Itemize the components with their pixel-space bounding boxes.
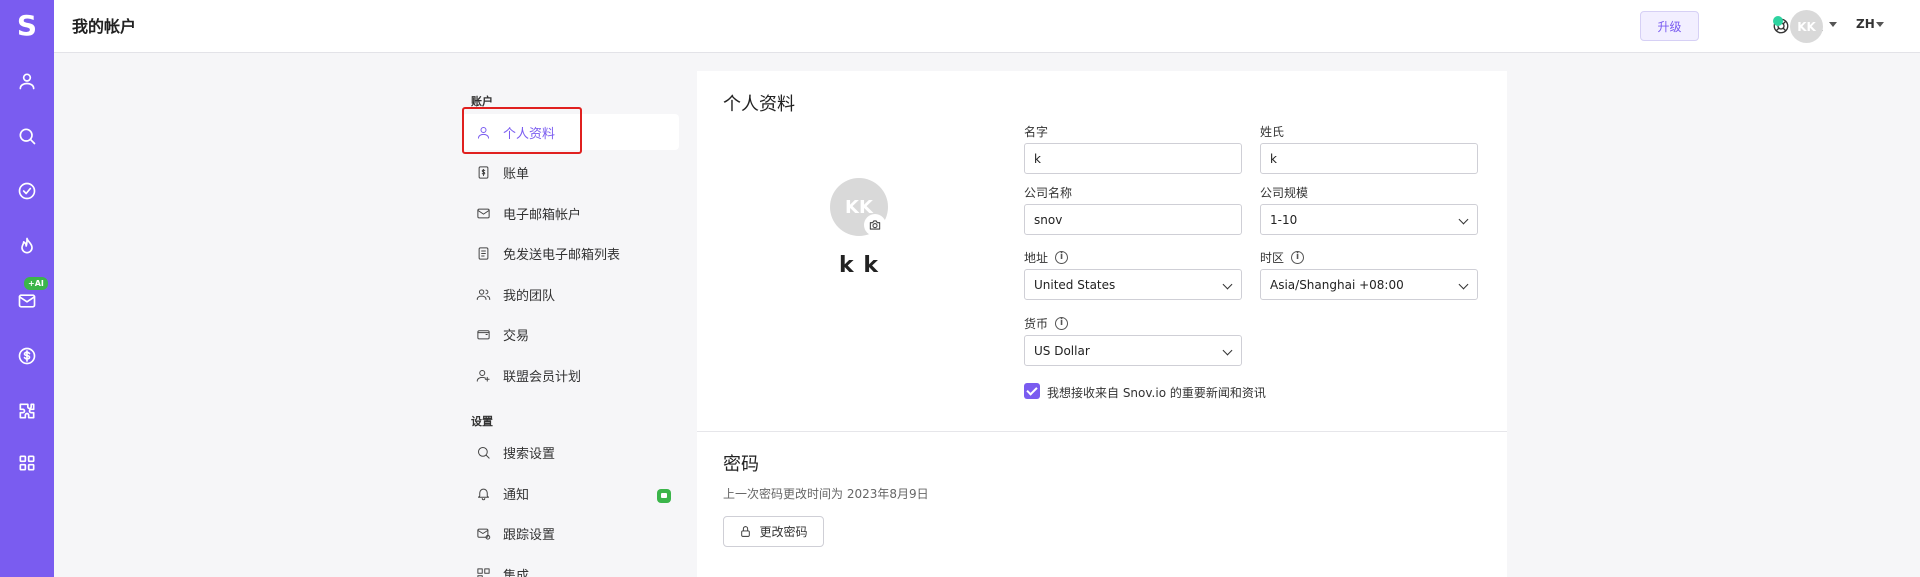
sidebar-item-email-accounts[interactable]: 电子邮箱帐户 — [462, 195, 679, 231]
chevron-down-icon — [1222, 345, 1233, 356]
chevron-down-icon — [1458, 279, 1469, 290]
sidebar-item-my-team[interactable]: 我的团队 — [462, 276, 679, 312]
currency-value: US Dollar — [1034, 343, 1090, 358]
timezone-label: 时区 i — [1260, 249, 1305, 266]
company-label: 公司名称 — [1024, 186, 1073, 200]
integration-icon — [475, 566, 491, 577]
apps-grid-icon[interactable] — [15, 451, 39, 475]
upgrade-button[interactable]: 升级 — [1640, 11, 1699, 41]
company-size-select[interactable]: 1-10 — [1260, 204, 1478, 235]
mail-icon — [475, 205, 491, 221]
sidebar-item-label: 免发送电子邮箱列表 — [503, 247, 621, 263]
user-plus-icon — [475, 367, 491, 383]
timezone-select[interactable]: Asia/Shanghai +08:00 — [1260, 269, 1478, 300]
timezone-label-text: 时区 — [1260, 251, 1285, 265]
sidebar-item-label: 交易 — [503, 328, 530, 344]
highlight-annotation — [462, 107, 582, 154]
sidebar-item-transactions[interactable]: 交易 — [462, 316, 679, 352]
sidebar-item-tracking-settings[interactable]: 跟踪设置 — [462, 515, 679, 551]
sidebar-item-label: 联盟会员计划 — [503, 369, 582, 385]
nav-section-settings: 设置 — [471, 415, 493, 428]
newsletter-checkbox[interactable] — [1024, 383, 1040, 399]
puzzle-icon[interactable] — [15, 399, 39, 423]
address-label: 地址 i — [1024, 249, 1069, 266]
team-icon — [475, 286, 491, 302]
first-name-field[interactable]: k — [1024, 143, 1242, 174]
page-title: 我的帐户 — [72, 17, 137, 36]
last-name-field[interactable]: k — [1260, 143, 1478, 174]
language-selector[interactable]: ZH — [1856, 17, 1875, 31]
currency-select[interactable]: US Dollar — [1024, 335, 1242, 366]
chevron-down-icon[interactable] — [1829, 22, 1837, 27]
info-icon[interactable]: i — [1291, 251, 1305, 264]
document-icon — [475, 245, 491, 261]
lock-icon — [741, 526, 751, 537]
sidebar-item-label: 搜索设置 — [503, 446, 556, 462]
user-icon[interactable] — [15, 69, 39, 93]
change-password-button[interactable]: 更改密码 — [723, 516, 824, 547]
flame-icon[interactable] — [15, 234, 39, 258]
mail-gear-icon — [475, 525, 491, 541]
sidebar-item-do-not-email-list[interactable]: 免发送电子邮箱列表 — [462, 235, 679, 271]
sidebar-item-label: 账单 — [503, 166, 530, 182]
company-size-value: 1-10 — [1270, 212, 1298, 227]
address-label-text: 地址 — [1024, 251, 1049, 265]
snov-logo[interactable]: S — [0, 6, 54, 46]
camera-upload-icon[interactable] — [864, 214, 886, 236]
sidebar-item-affiliate-program[interactable]: 联盟会员计划 — [462, 357, 679, 393]
address-value: United States — [1034, 277, 1116, 292]
first-name-label: 名字 — [1024, 125, 1049, 139]
chevron-down-icon — [1222, 279, 1233, 290]
sidebar-item-label: 集成 — [503, 568, 530, 577]
sidebar-item-label: 跟踪设置 — [503, 527, 556, 543]
top-bar: 我的帐户 升级 KK ZH — [54, 0, 1920, 53]
sidebar-item-search-settings[interactable]: 搜索设置 — [462, 434, 679, 470]
profile-display-name: k k — [839, 253, 879, 278]
password-section-title: 密码 — [723, 454, 759, 475]
change-password-label: 更改密码 — [759, 525, 808, 539]
sidebar-item-integrations[interactable]: 集成 — [462, 556, 679, 577]
avatar[interactable]: KK — [1790, 10, 1823, 43]
company-field[interactable]: snov — [1024, 204, 1242, 235]
dollar-icon[interactable] — [15, 344, 39, 368]
bell-icon — [475, 485, 491, 501]
profile-section-title: 个人资料 — [723, 94, 795, 115]
notification-dot — [1773, 16, 1783, 26]
company-size-label: 公司规模 — [1260, 186, 1309, 200]
newsletter-label: 我想接收来自 Snov.io 的重要新闻和资讯 — [1047, 386, 1266, 400]
mail-icon[interactable] — [15, 289, 39, 313]
divider — [697, 431, 1507, 432]
last-name-label: 姓氏 — [1260, 125, 1285, 139]
currency-label-text: 货币 — [1024, 317, 1049, 331]
chevron-down-icon — [1458, 214, 1469, 225]
sidebar-item-notifications[interactable]: 通知 — [462, 475, 679, 511]
wallet-icon — [475, 326, 491, 342]
search-icon — [475, 444, 491, 460]
chevron-down-icon[interactable] — [1876, 22, 1884, 27]
sidebar-item-label: 通知 — [503, 487, 530, 503]
timezone-value: Asia/Shanghai +08:00 — [1270, 277, 1404, 292]
new-badge — [657, 489, 671, 503]
currency-label: 货币 i — [1024, 315, 1069, 332]
sidebar-item-label: 我的团队 — [503, 288, 556, 304]
left-rail: S +AI — [0, 0, 54, 577]
search-icon[interactable] — [15, 124, 39, 148]
profile-card: 个人资料 KK k k 名字 k 姓氏 k 公司名称 snov 公司规模 1-1… — [697, 71, 1507, 577]
info-icon[interactable]: i — [1055, 317, 1069, 330]
check-circle-icon[interactable] — [15, 179, 39, 203]
password-last-changed: 上一次密码更改时间为 2023年8月9日 — [723, 487, 929, 501]
address-select[interactable]: United States — [1024, 269, 1242, 300]
info-icon[interactable]: i — [1055, 251, 1069, 264]
dollar-doc-icon — [475, 164, 491, 180]
sidebar-item-billing[interactable]: 账单 — [462, 154, 679, 190]
sidebar-item-label: 电子邮箱帐户 — [503, 207, 582, 223]
